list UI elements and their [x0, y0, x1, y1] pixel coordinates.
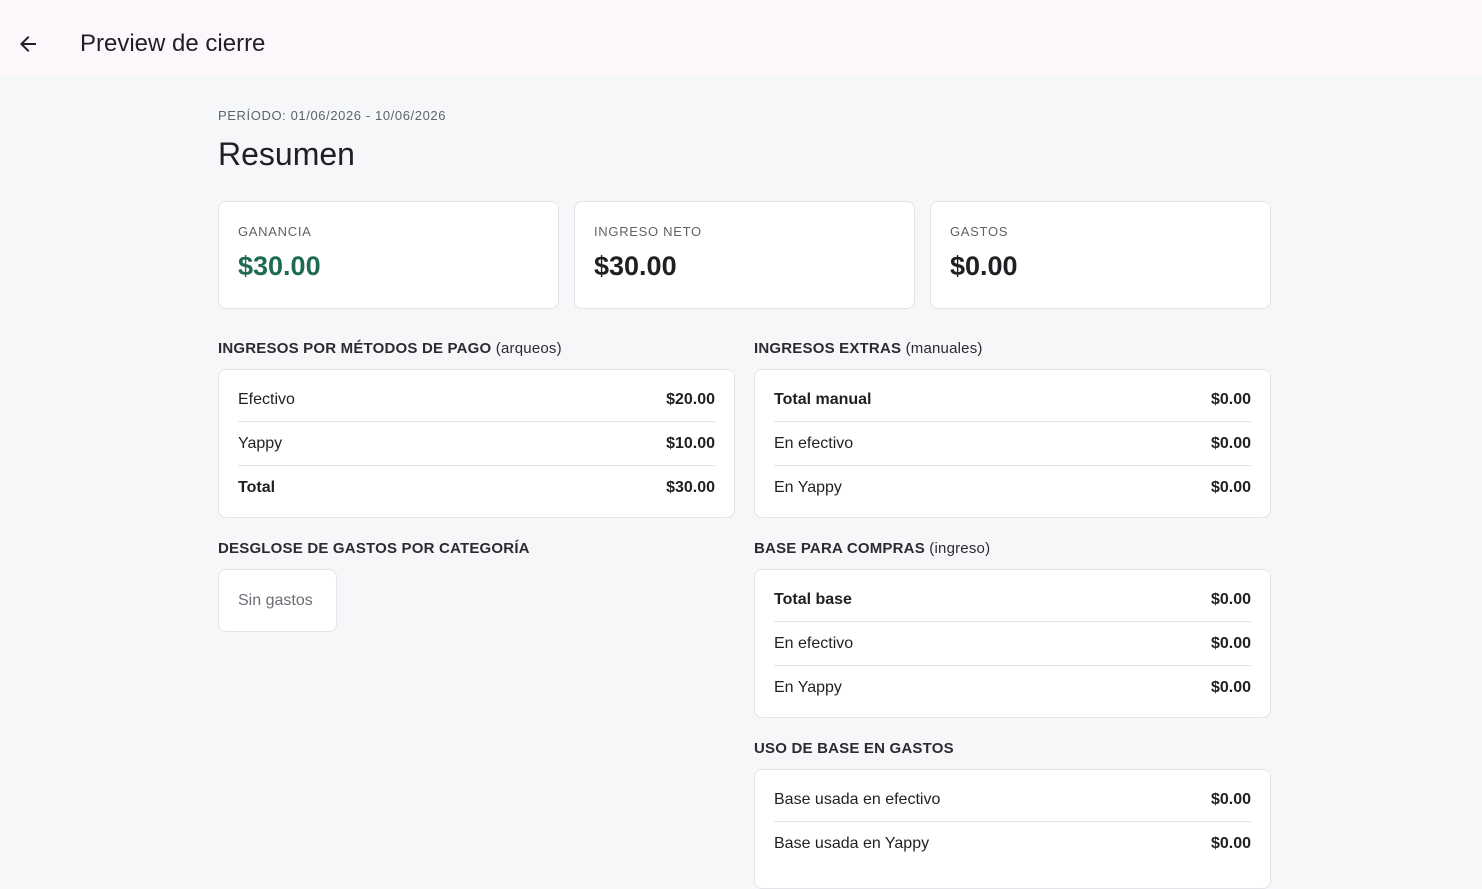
- row-label: En Yappy: [774, 678, 842, 696]
- section-title-text: DESGLOSE DE GASTOS POR CATEGORÍA: [218, 540, 530, 557]
- back-button[interactable]: [8, 24, 48, 64]
- row-amount: $0.00: [1210, 434, 1251, 452]
- metodos-pago-card: Efectivo $20.00 Yappy $10.00 Total $30.0…: [218, 369, 735, 518]
- app-bar: Preview de cierre: [0, 0, 1482, 76]
- row-label: En Yappy: [774, 478, 842, 496]
- uso-base-card: Base usada en efectivo $0.00 Base usada …: [754, 769, 1271, 889]
- row-amount: $0.00: [1210, 390, 1251, 408]
- row-label: Base usada en Yappy: [774, 834, 930, 852]
- row-amount: $0.00: [1210, 590, 1251, 608]
- ingresos-extras-card: Total manual $0.00 En efectivo $0.00 En …: [754, 369, 1271, 518]
- empty-state-text: Sin gastos: [238, 592, 313, 609]
- section-title-suffix: (arqueos): [495, 340, 562, 357]
- section-title-gastos-categoria: DESGLOSE DE GASTOS POR CATEGORÍA: [218, 540, 530, 557]
- stat-value: $30.00: [238, 251, 321, 281]
- row-label: En efectivo: [774, 434, 854, 452]
- section-title-text: USO DE BASE EN GASTOS: [754, 740, 954, 757]
- row-label: Total: [238, 478, 276, 496]
- row-amount: $10.00: [666, 434, 715, 452]
- section-title-text: INGRESOS POR MÉTODOS DE PAGO: [218, 340, 492, 357]
- list-item: Base usada en efectivo $0.00: [774, 778, 1251, 822]
- row-label: Efectivo: [238, 390, 295, 408]
- stat-value: $0.00: [950, 251, 1018, 281]
- stat-label: GASTOS: [950, 224, 1009, 239]
- arrow-left-icon: [20, 36, 36, 52]
- row-label: Base usada en efectivo: [774, 790, 941, 808]
- section-title-metodos-pago: INGRESOS POR MÉTODOS DE PAGO (arqueos): [218, 340, 562, 357]
- stat-value: $30.00: [594, 251, 677, 281]
- section-title-text: BASE PARA COMPRAS: [754, 540, 925, 557]
- section-title-text: INGRESOS EXTRAS: [754, 340, 902, 357]
- row-label: Total base: [774, 590, 852, 608]
- row-amount: $0.00: [1210, 790, 1251, 808]
- row-label: En efectivo: [774, 634, 854, 652]
- row-amount: $0.00: [1210, 634, 1251, 652]
- list-item: Efectivo $20.00: [238, 378, 715, 422]
- section-title-suffix: (ingreso): [929, 540, 991, 557]
- stat-label: INGRESO NETO: [594, 224, 702, 239]
- row-label: Yappy: [238, 434, 283, 452]
- stat-card-gastos: GASTOS $0.00: [930, 201, 1271, 309]
- period-label: PERÍODO: 01/06/2026 - 10/06/2026: [218, 108, 447, 123]
- row-amount: $20.00: [666, 390, 715, 408]
- base-compras-card: Total base $0.00 En efectivo $0.00 En Ya…: [754, 569, 1271, 718]
- stat-label: GANANCIA: [238, 224, 312, 239]
- list-item: En Yappy $0.00: [774, 666, 1251, 709]
- list-item: En efectivo $0.00: [774, 622, 1251, 666]
- list-item-total: Total $30.00: [238, 466, 715, 509]
- list-item: En efectivo $0.00: [774, 422, 1251, 466]
- row-amount: $30.00: [666, 478, 715, 496]
- section-title-suffix: (manuales): [905, 340, 983, 357]
- summary-heading: Resumen: [218, 136, 355, 172]
- stat-card-ingreso-neto: INGRESO NETO $30.00: [574, 201, 915, 309]
- list-item: Base usada en Yappy $0.00: [774, 822, 1251, 865]
- row-label: Total manual: [774, 390, 872, 408]
- row-amount: $0.00: [1210, 478, 1251, 496]
- list-item: Yappy $10.00: [238, 422, 715, 466]
- row-amount: $0.00: [1210, 834, 1251, 852]
- row-amount: $0.00: [1210, 678, 1251, 696]
- page-title: Preview de cierre: [80, 30, 266, 57]
- list-item: En Yappy $0.00: [774, 466, 1251, 509]
- gastos-categoria-card: Sin gastos: [218, 569, 337, 632]
- list-item-total: Total base $0.00: [774, 578, 1251, 622]
- section-title-ingresos-extras: INGRESOS EXTRAS (manuales): [754, 340, 983, 357]
- stat-card-ganancia: GANANCIA $30.00: [218, 201, 559, 309]
- list-item-total: Total manual $0.00: [774, 378, 1251, 422]
- section-title-uso-base: USO DE BASE EN GASTOS: [754, 740, 954, 757]
- section-title-base-compras: BASE PARA COMPRAS (ingreso): [754, 540, 990, 557]
